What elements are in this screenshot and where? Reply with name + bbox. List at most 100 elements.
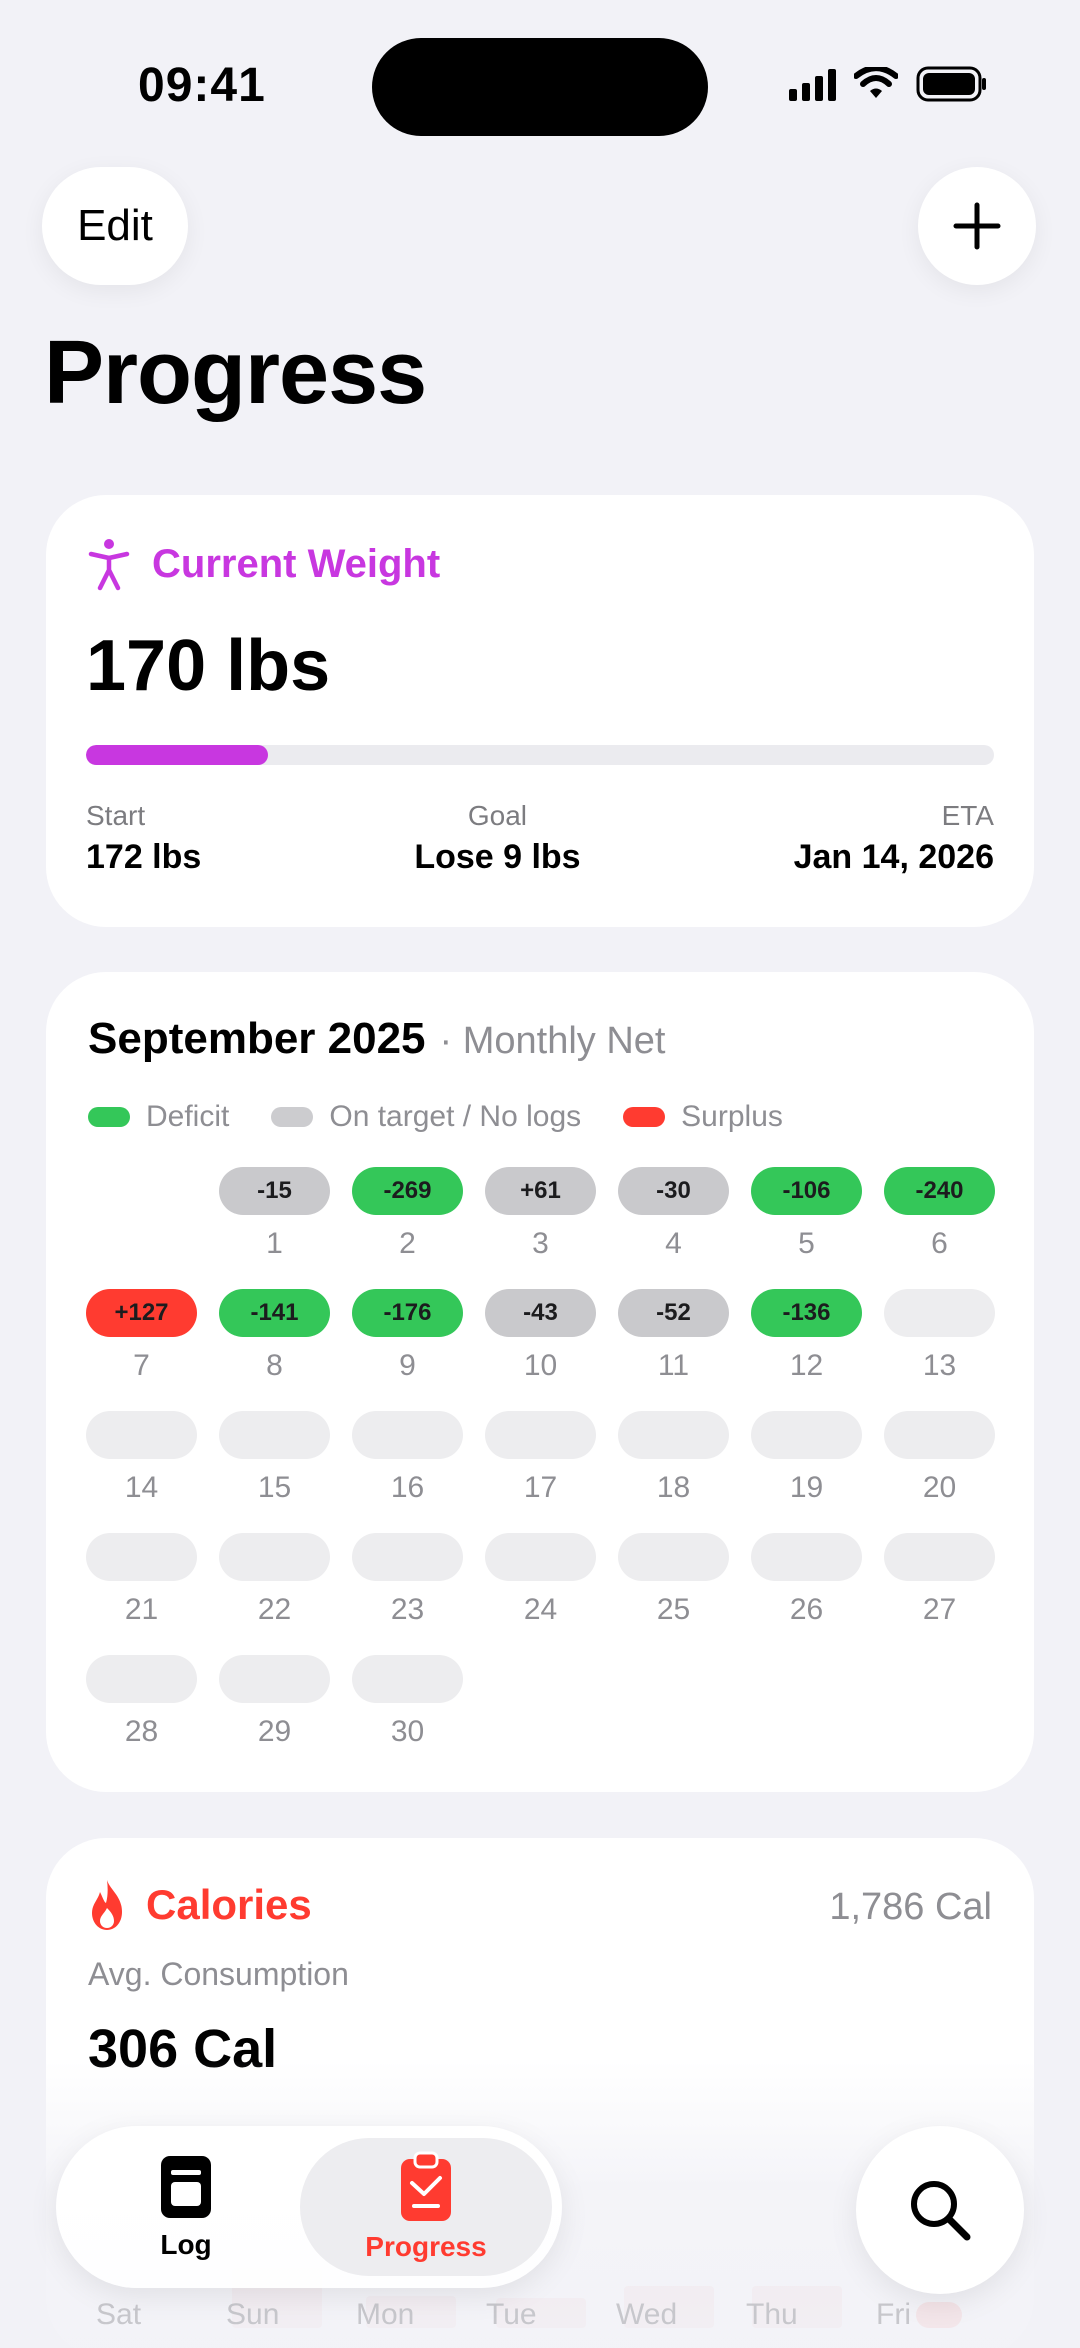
calendar-day-23[interactable]: 23	[352, 1533, 463, 1655]
day-number: 1	[266, 1227, 283, 1260]
calendar-subtitle: · Monthly Net	[439, 1020, 666, 1062]
calendar-day-4[interactable]: -30 4	[618, 1167, 729, 1289]
weekday-sat: Sat	[96, 2298, 142, 2331]
calendar-legend: Deficit On target / No logs Surplus	[88, 1100, 783, 1134]
calendar-day-17[interactable]: 17	[485, 1411, 596, 1533]
day-net-pill	[751, 1533, 862, 1581]
add-button[interactable]	[918, 167, 1036, 285]
day-number: 10	[523, 1349, 558, 1382]
day-net-pill: -176	[352, 1289, 463, 1337]
calendar-day-14[interactable]: 14	[86, 1411, 197, 1533]
status-time: 09:41	[138, 59, 266, 112]
day-net-pill: -136	[751, 1289, 862, 1337]
day-number: 20	[922, 1471, 957, 1504]
search-icon	[911, 2181, 971, 2241]
start-label: Start	[86, 800, 146, 831]
weight-card-title: Current Weight	[152, 541, 441, 586]
day-number: 24	[523, 1593, 558, 1626]
calendar-day-10[interactable]: -43 10	[485, 1289, 596, 1411]
calendar-day-19[interactable]: 19	[751, 1411, 862, 1533]
day-net-pill	[485, 1411, 596, 1459]
current-weight-card[interactable]: Current Weight 170 lbs Start 172 lbs Goa…	[46, 495, 1034, 927]
day-number: 23	[390, 1593, 425, 1626]
calendar-header: September 2025 · Monthly Net	[88, 1014, 666, 1064]
day-number: 26	[789, 1593, 824, 1626]
calendar-day-3[interactable]: +61 3	[485, 1167, 596, 1289]
battery-icon	[916, 66, 986, 102]
calendar-day-9[interactable]: -176 9	[352, 1289, 463, 1411]
day-number: 22	[257, 1593, 292, 1626]
day-number: 18	[656, 1471, 691, 1504]
day-net-pill	[219, 1533, 330, 1581]
calendar-day-28[interactable]: 28	[86, 1655, 197, 1777]
weekday-fri: Fri	[876, 2298, 911, 2331]
calendar-day-20[interactable]: 20	[884, 1411, 995, 1533]
calendar-day-29[interactable]: 29	[219, 1655, 330, 1777]
calories-total: 1,786 Cal	[829, 1886, 992, 1928]
calendar-blank-cell	[86, 1167, 197, 1289]
legend-deficit-label: Deficit	[146, 1100, 230, 1133]
day-number: 15	[257, 1471, 292, 1504]
calendar-month: September 2025	[88, 1014, 426, 1063]
calendar-day-8[interactable]: -141 8	[219, 1289, 330, 1411]
day-net-pill	[352, 1533, 463, 1581]
day-net-pill: -43	[485, 1289, 596, 1337]
calendar-day-16[interactable]: 16	[352, 1411, 463, 1533]
calendar-day-15[interactable]: 15	[219, 1411, 330, 1533]
day-net-pill	[219, 1655, 330, 1703]
calendar-day-1[interactable]: -15 1	[219, 1167, 330, 1289]
day-number: 30	[390, 1715, 425, 1748]
current-weight-value: 170 lbs	[86, 626, 331, 706]
day-number: 5	[798, 1227, 815, 1260]
deficit-swatch	[88, 1107, 130, 1127]
eta-stat: ETA Jan 14, 2026	[794, 800, 994, 877]
calories-header: Calories	[86, 1878, 312, 1932]
calendar-day-2[interactable]: -269 2	[352, 1167, 463, 1289]
day-net-pill	[884, 1289, 995, 1337]
calendar-day-21[interactable]: 21	[86, 1533, 197, 1655]
surplus-swatch	[623, 1107, 666, 1127]
calendar-day-18[interactable]: 18	[618, 1411, 729, 1533]
calories-subtitle: Avg. Consumption	[88, 1956, 349, 1992]
calendar-day-6[interactable]: -240 6	[884, 1167, 995, 1289]
calendar-day-12[interactable]: -136 12	[751, 1289, 862, 1411]
day-net-pill	[352, 1655, 463, 1703]
legend-surplus-label: Surplus	[681, 1100, 783, 1133]
weight-progress-track	[86, 745, 994, 765]
day-number: 12	[789, 1349, 824, 1382]
day-net-pill	[485, 1533, 596, 1581]
calendar-day-25[interactable]: 25	[618, 1533, 729, 1655]
day-number: 16	[390, 1471, 425, 1504]
calendar-day-24[interactable]: 24	[485, 1533, 596, 1655]
calendar-day-5[interactable]: -106 5	[751, 1167, 862, 1289]
calendar-day-13[interactable]: 13	[884, 1289, 995, 1411]
calendar-day-30[interactable]: 30	[352, 1655, 463, 1777]
on-target-swatch	[271, 1107, 314, 1127]
day-net-pill: -15	[219, 1167, 330, 1215]
day-number: 8	[266, 1349, 283, 1382]
day-number: 29	[257, 1715, 292, 1748]
calendar-day-27[interactable]: 27	[884, 1533, 995, 1655]
signal-icon	[789, 67, 836, 101]
start-value: 172 lbs	[86, 838, 202, 876]
day-number: 21	[124, 1593, 159, 1626]
day-number: 17	[523, 1471, 558, 1504]
calendar-day-22[interactable]: 22	[219, 1533, 330, 1655]
calendar-day-7[interactable]: +127 7	[86, 1289, 197, 1411]
search-button[interactable]	[856, 2126, 1024, 2294]
day-net-pill	[86, 1533, 197, 1581]
legend-deficit: Deficit	[88, 1100, 229, 1134]
edit-button[interactable]: Edit	[42, 167, 188, 285]
day-net-pill	[618, 1533, 729, 1581]
day-net-pill	[86, 1655, 197, 1703]
weekday-wed: Wed	[616, 2298, 678, 2331]
monthly-net-card[interactable]: September 2025 · Monthly Net Deficit On …	[46, 972, 1034, 1792]
tab-log[interactable]: Log	[106, 2138, 266, 2276]
status-bar: 09:41	[0, 0, 1080, 150]
weight-card-header: Current Weight	[88, 537, 440, 591]
day-net-pill	[884, 1533, 995, 1581]
day-number: 3	[532, 1227, 549, 1260]
calendar-day-11[interactable]: -52 11	[618, 1289, 729, 1411]
tab-progress[interactable]: Progress	[300, 2138, 552, 2276]
calendar-day-26[interactable]: 26	[751, 1533, 862, 1655]
